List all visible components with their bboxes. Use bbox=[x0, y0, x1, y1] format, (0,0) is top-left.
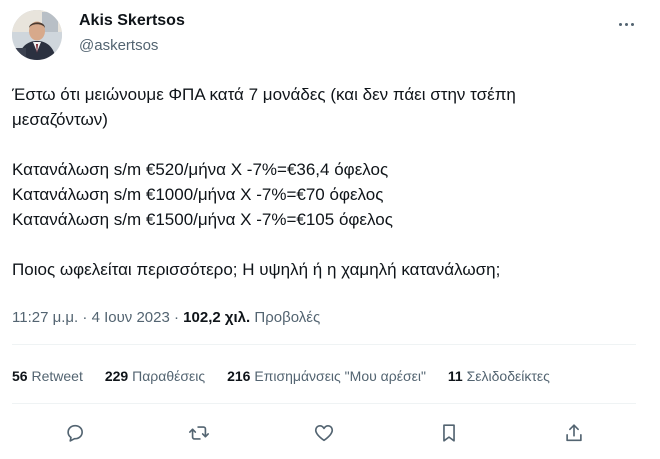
views-label: Προβολές bbox=[254, 309, 321, 326]
author-name[interactable]: Akis Skertsos bbox=[79, 12, 185, 30]
tweet-line: Κατανάλωση s/m €520/μήνα Χ -7%=€36,4 όφε… bbox=[12, 160, 389, 179]
more-dot bbox=[618, 22, 622, 26]
stat-label: Παραθέσεις bbox=[132, 368, 206, 384]
tweet: Akis Skertsos @askertsos Έστω ότι μειώνο… bbox=[0, 0, 660, 459]
divider bbox=[12, 403, 636, 404]
author-handle[interactable]: @askertsos bbox=[79, 37, 158, 54]
tweet-meta: 11:27 μ.μ. · 4 Ιουν 2023 · 102,2 χιλ. Πρ… bbox=[12, 309, 320, 326]
more-dot bbox=[630, 22, 634, 26]
avatar[interactable] bbox=[12, 10, 62, 60]
tweet-line: Έστω ότι μειώνουμε ΦΠΑ κατά 7 μονάδες (κ… bbox=[12, 85, 516, 104]
tweet-time[interactable]: 11:27 μ.μ. bbox=[12, 309, 78, 326]
divider bbox=[12, 344, 636, 345]
stat-count: 11 bbox=[447, 368, 463, 384]
more-horizontal-icon[interactable] bbox=[614, 14, 638, 34]
heart-icon bbox=[314, 425, 334, 442]
share-icon bbox=[566, 424, 582, 442]
tweet-line: Κατανάλωση s/m €1500/μήνα Χ -7%=€105 όφε… bbox=[12, 210, 393, 229]
reply-button[interactable] bbox=[60, 418, 90, 448]
retweet-icon bbox=[189, 426, 209, 440]
bookmark-button[interactable] bbox=[434, 418, 464, 448]
retweet-button[interactable] bbox=[184, 418, 214, 448]
tweet-text: Έστω ότι μειώνουμε ΦΠΑ κατά 7 μονάδες (κ… bbox=[12, 82, 632, 282]
stat-label: Επισημάνσεις "Μου αρέσει" bbox=[254, 368, 426, 384]
stat-likes[interactable]: 216 Επισημάνσεις "Μου αρέσει" bbox=[227, 368, 426, 384]
tweet-date[interactable]: 4 Ιουν 2023 bbox=[92, 309, 170, 326]
tweet-line: μεσαζόντων) bbox=[12, 110, 108, 129]
stat-retweets[interactable]: 56 Retweet bbox=[12, 368, 83, 384]
stat-label: Σελιδοδείκτες bbox=[466, 368, 550, 384]
reply-icon bbox=[67, 424, 83, 442]
stat-label: Retweet bbox=[31, 368, 83, 384]
more-dot bbox=[624, 22, 628, 26]
stat-count: 56 bbox=[12, 368, 28, 384]
meta-separator: · bbox=[82, 309, 88, 326]
tweet-line: Ποιος ωφελείται περισσότερο; Η υψηλή ή η… bbox=[12, 260, 501, 279]
like-button[interactable] bbox=[309, 418, 339, 448]
avatar-image bbox=[12, 10, 62, 60]
tweet-stats: 56 Retweet 229 Παραθέσεις 216 Επισημάνσε… bbox=[12, 368, 572, 384]
stat-bookmarks[interactable]: 11 Σελιδοδείκτες bbox=[448, 368, 550, 384]
tweet-actions bbox=[12, 418, 632, 448]
stat-quotes[interactable]: 229 Παραθέσεις bbox=[105, 368, 205, 384]
share-button[interactable] bbox=[559, 418, 589, 448]
tweet-line: Κατανάλωση s/m €1000/μήνα Χ -7%=€70 όφελ… bbox=[12, 185, 384, 204]
views-count: 102,2 χιλ. bbox=[183, 309, 251, 326]
stat-count: 229 bbox=[104, 368, 129, 384]
meta-separator: · bbox=[174, 309, 179, 326]
bookmark-icon bbox=[443, 424, 455, 442]
stat-count: 216 bbox=[227, 368, 251, 384]
